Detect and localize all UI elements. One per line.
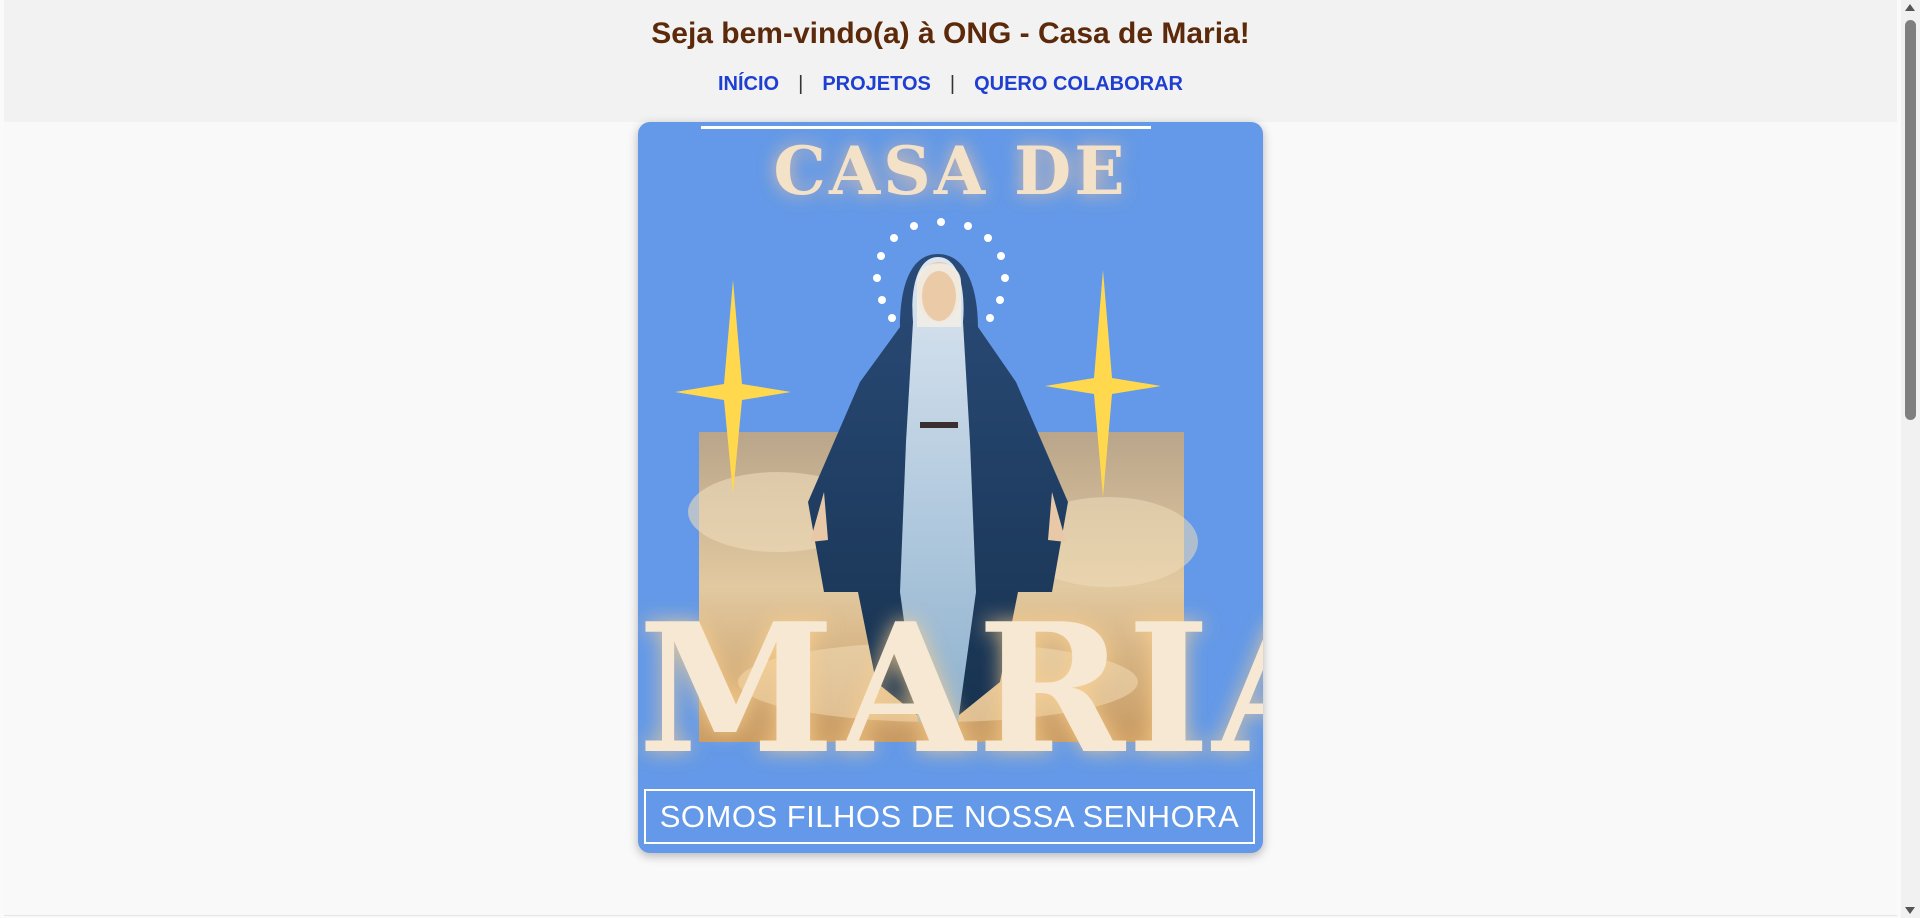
nav-link-inicio[interactable]: INÍCIO	[718, 73, 779, 95]
poster-title-top: CASA DE	[773, 132, 1128, 210]
main-nav: INÍCIO | PROJETOS | QUERO COLABORAR	[4, 72, 1897, 96]
page: Seja bem-vindo(a) à ONG - Casa de Maria!…	[4, 0, 1897, 916]
site-header: Seja bem-vindo(a) à ONG - Casa de Maria!…	[4, 0, 1897, 122]
hero-poster-image: CASA DE MARIA SOMOS FILHOS DE NOSSA SENH…	[638, 122, 1263, 853]
poster-title-main: MARIA	[638, 584, 1263, 793]
scroll-up-arrow-icon[interactable]	[1905, 4, 1915, 11]
page-title: Seja bem-vindo(a) à ONG - Casa de Maria!	[651, 17, 1250, 50]
nav-separator: |	[949, 73, 956, 95]
nav-link-projetos[interactable]: PROJETOS	[822, 73, 931, 95]
nav-link-quero-colaborar[interactable]: QUERO COLABORAR	[974, 73, 1183, 95]
vertical-scrollbar[interactable]	[1901, 0, 1920, 918]
poster-top-line	[701, 126, 1151, 129]
poster-tagline: SOMOS FILHOS DE NOSSA SENHORA	[644, 789, 1255, 844]
scroll-down-arrow-icon[interactable]	[1905, 907, 1915, 914]
scrollbar-thumb[interactable]	[1905, 20, 1916, 420]
nav-separator: |	[798, 73, 804, 95]
